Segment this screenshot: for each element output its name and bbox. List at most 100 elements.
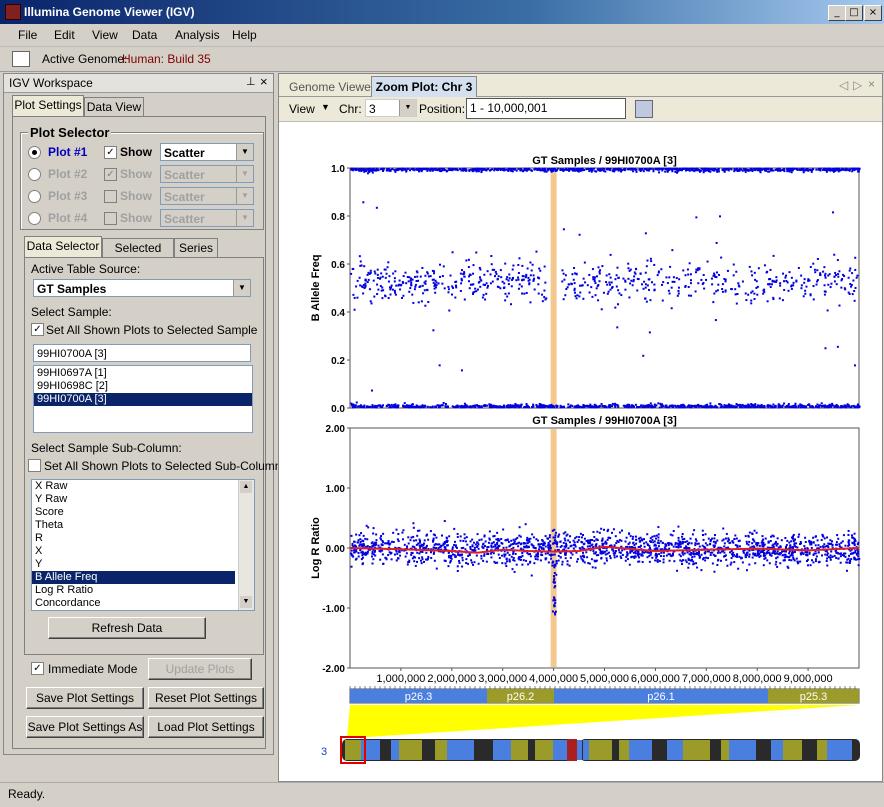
view-dropdown-label[interactable]: View: [289, 102, 315, 116]
subcolumn-list-item[interactable]: Score: [32, 506, 235, 519]
data-point: [718, 403, 721, 406]
subcolumn-list-item[interactable]: X: [32, 545, 235, 558]
tab-selected-plot[interactable]: Selected Plot: [102, 238, 174, 273]
plot-radio-3[interactable]: [28, 190, 41, 203]
load-settings-button[interactable]: Load Plot Settings: [148, 716, 264, 738]
subcolumn-list-item[interactable]: X Raw: [32, 480, 235, 493]
data-point: [690, 558, 693, 561]
active-table-combo[interactable]: GT Samples ▼: [33, 279, 251, 297]
tab-close-icon[interactable]: ×: [868, 77, 875, 91]
open-genome-icon[interactable]: [12, 51, 30, 67]
subcolumn-list-item[interactable]: Log R Ratio: [32, 584, 235, 597]
immediate-mode-checkbox[interactable]: ✓: [31, 662, 44, 675]
tab-genome-viewer[interactable]: Genome Viewer: [289, 80, 375, 94]
plot-type-combo-2[interactable]: Scatter ▼: [160, 165, 254, 183]
plot-show-checkbox-4[interactable]: [104, 212, 117, 225]
tab-zoom-plot[interactable]: Zoom Plot: Chr 3: [371, 76, 477, 97]
sample-list-item[interactable]: 99HI0700A [3]: [34, 393, 252, 406]
subcolumn-list-item[interactable]: Y: [32, 558, 235, 571]
data-point: [788, 559, 791, 562]
save-settings-button[interactable]: Save Plot Settings: [26, 687, 144, 709]
set-all-sample-checkbox[interactable]: ✓: [31, 323, 44, 336]
scroll-down-icon[interactable]: ▼: [240, 596, 252, 608]
tab-prev-icon[interactable]: ◁: [839, 78, 848, 92]
data-point: [396, 552, 399, 555]
pin-icon[interactable]: ⊥: [246, 75, 256, 88]
data-point: [525, 538, 528, 541]
data-point: [355, 167, 358, 170]
data-point: [671, 534, 674, 537]
plot-type-combo-3[interactable]: Scatter ▼: [160, 187, 254, 205]
tab-data-view[interactable]: Data View: [84, 97, 144, 116]
sample-field[interactable]: 99HI0700A [3]: [33, 344, 251, 362]
data-point: [421, 550, 424, 553]
data-point: [523, 292, 526, 295]
data-point: [600, 527, 603, 530]
data-point: [367, 169, 370, 172]
plot-type-combo-1[interactable]: Scatter ▼: [160, 143, 254, 161]
binoculars-icon[interactable]: [635, 100, 653, 118]
menu-edit[interactable]: Edit: [54, 28, 75, 42]
tab-plot-settings[interactable]: Plot Settings: [12, 95, 84, 116]
menu-analysis[interactable]: Analysis: [175, 28, 220, 42]
data-point: [592, 530, 595, 533]
plot-radio-1[interactable]: [28, 146, 41, 159]
minimize-button[interactable]: _: [828, 5, 846, 21]
chevron-down-icon[interactable]: ▼: [236, 144, 253, 160]
tab-next-icon[interactable]: ▷: [853, 78, 862, 92]
chevron-down-icon[interactable]: ▼: [236, 210, 253, 226]
plot-show-checkbox-2[interactable]: ✓: [104, 168, 117, 181]
subcolumn-list[interactable]: X Raw Y Raw Score Theta R X Y B Allele Freq Log …: [31, 479, 255, 611]
data-point: [687, 557, 690, 560]
sample-list-item[interactable]: 99HI0698C [2]: [34, 380, 252, 393]
subcolumn-list-item[interactable]: R: [32, 532, 235, 545]
scroll-up-icon[interactable]: ▲: [240, 481, 252, 493]
subcolumn-list-item[interactable]: Concordance: [32, 597, 235, 610]
data-point: [586, 545, 589, 548]
scrollbar[interactable]: ▲ ▼: [238, 480, 254, 610]
chevron-down-icon[interactable]: ▼: [233, 280, 250, 296]
data-point: [788, 556, 791, 559]
set-all-sub-checkbox[interactable]: [28, 459, 41, 472]
plot-type-combo-4[interactable]: Scatter ▼: [160, 209, 254, 227]
data-point: [526, 536, 529, 539]
close-panel-icon[interactable]: ×: [260, 74, 268, 89]
data-point: [603, 562, 606, 565]
data-point: [672, 552, 675, 555]
save-settings-as-button[interactable]: Save Plot Settings As: [26, 716, 144, 738]
tab-series[interactable]: Series: [174, 238, 218, 257]
chevron-down-icon[interactable]: ▼: [236, 166, 253, 182]
refresh-data-button[interactable]: Refresh Data: [48, 617, 206, 639]
menu-help[interactable]: Help: [232, 28, 257, 42]
chr-combo[interactable]: 3 ▼: [365, 99, 417, 117]
data-point: [482, 293, 485, 296]
data-point: [856, 543, 859, 546]
plot-show-checkbox-3[interactable]: [104, 190, 117, 203]
menu-view[interactable]: View: [92, 28, 118, 42]
update-plots-button[interactable]: Update Plots: [148, 658, 252, 680]
data-point: [639, 272, 642, 275]
tab-data-selector[interactable]: Data Selector: [24, 236, 102, 257]
chevron-down-icon[interactable]: ▼: [236, 188, 253, 204]
view-chevron-icon[interactable]: ▼: [321, 102, 330, 112]
chr-chevron-icon[interactable]: ▼: [399, 100, 416, 116]
close-button[interactable]: ×: [864, 5, 882, 21]
menu-data[interactable]: Data: [132, 28, 157, 42]
sample-list[interactable]: 99HI0697A [1] 99HI0698C [2] 99HI0700A [3]: [33, 365, 253, 433]
subcolumn-list-item[interactable]: Y Raw: [32, 493, 235, 506]
data-point: [719, 551, 722, 554]
data-point: [369, 300, 372, 303]
subcolumn-list-item[interactable]: Theta: [32, 519, 235, 532]
y-tick-label: -2.00: [322, 664, 345, 675]
data-point: [722, 168, 725, 171]
menu-file[interactable]: File: [18, 28, 37, 42]
maximize-button[interactable]: □: [845, 5, 863, 21]
data-point: [579, 406, 582, 409]
sample-list-item[interactable]: 99HI0697A [1]: [34, 367, 252, 380]
plot-show-checkbox-1[interactable]: ✓: [104, 146, 117, 159]
plot-radio-4[interactable]: [28, 212, 41, 225]
position-input[interactable]: 1 - 10,000,001: [466, 98, 626, 119]
subcolumn-list-item[interactable]: B Allele Freq: [32, 571, 235, 584]
reset-settings-button[interactable]: Reset Plot Settings: [148, 687, 264, 709]
plot-radio-2[interactable]: [28, 168, 41, 181]
